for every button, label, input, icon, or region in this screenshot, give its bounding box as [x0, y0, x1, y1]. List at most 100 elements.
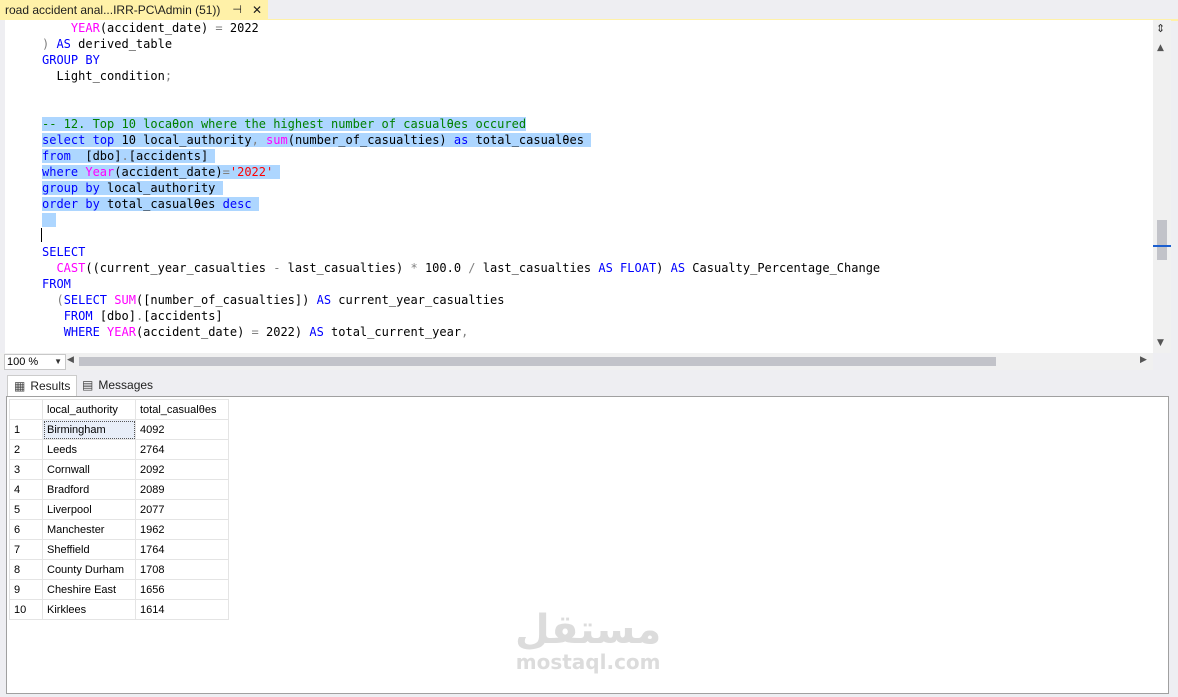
cell-local-authority[interactable]: Bradford [42, 479, 136, 500]
cell-total-casualties[interactable]: 1764 [135, 539, 229, 560]
tab-messages[interactable]: ▤ Messages [76, 375, 159, 395]
cell-total-casualties[interactable]: 1708 [135, 559, 229, 580]
row-number-header[interactable] [9, 399, 43, 420]
cell-local-authority[interactable]: County Durham [42, 559, 136, 580]
table-row[interactable]: 4 Bradford 2089 [9, 479, 229, 500]
cell-total-casualties[interactable]: 1614 [135, 599, 229, 620]
code-line: select top 10 local_authority, sum(numbe… [42, 132, 592, 148]
cell-local-authority[interactable]: Liverpool [42, 499, 136, 520]
document-tab-title: road accident anal...IRR-PC\Admin (51)) [5, 2, 221, 17]
code-token: local_authority [99, 181, 223, 195]
code-token: YEAR [107, 325, 136, 339]
table-row[interactable]: 6 Manchester 1962 [9, 519, 229, 540]
code-line: WHERE YEAR(accident_date) = 2022) AS tot… [42, 324, 469, 340]
code-token: 10 local_authority [114, 133, 252, 147]
code-token: desc [222, 197, 252, 211]
scroll-right-icon[interactable]: ▶ [1140, 355, 1147, 365]
cell-total-casualties[interactable]: 2077 [135, 499, 229, 520]
cell-total-casualties[interactable]: 2764 [135, 439, 229, 460]
cell-local-authority[interactable]: Birmingham [42, 419, 136, 440]
table-row[interactable]: 1 Birmingham 4092 [9, 419, 229, 440]
tab-messages-label: Messages [98, 378, 154, 392]
code-token: from [42, 149, 71, 163]
horizontal-scroll-thumb[interactable] [79, 357, 996, 366]
code-line: CAST((current_year_casualties - last_cas… [42, 260, 880, 276]
tab-results[interactable]: ▦ Results [7, 375, 78, 396]
table-row[interactable]: 8 County Durham 1708 [9, 559, 229, 580]
query-editor[interactable]: YEAR(accident_date) = 2022) AS derived_t… [5, 20, 1153, 353]
scroll-down-icon[interactable]: ▼ [1157, 338, 1164, 348]
cell-local-authority[interactable]: Cheshire East [42, 579, 136, 600]
split-view-icon[interactable]: ⇕ [1156, 22, 1165, 35]
scroll-up-icon[interactable]: ▲ [1157, 43, 1164, 53]
code-line: where Year(accident_date)='2022' [42, 164, 281, 180]
code-token: [dbo] [70, 149, 122, 163]
cell-total-casualties[interactable]: 2089 [135, 479, 229, 500]
code-token: FROM [42, 277, 71, 291]
text-caret [41, 228, 42, 242]
mostaql-watermark: مستقل mostaql.com [515, 608, 661, 672]
pin-icon[interactable]: ⊣ [232, 3, 242, 16]
code-token: select [42, 133, 86, 147]
code-token: last_casualties [475, 261, 599, 275]
cell-total-casualties[interactable]: 4092 [135, 419, 229, 440]
editor-vertical-scrollbar[interactable]: ⇕ ▲ ▼ [1153, 20, 1171, 353]
code-token: -- 12. Top 10 locaθon where the highest … [42, 117, 527, 131]
cell-local-authority[interactable]: Sheffield [42, 539, 136, 560]
row-number[interactable]: 8 [9, 559, 43, 580]
cell-total-casualties[interactable]: 1656 [135, 579, 229, 600]
code-token: SUM [114, 293, 136, 307]
cell-total-casualties[interactable]: 2092 [135, 459, 229, 480]
code-token: Light_condition [42, 69, 165, 83]
vertical-scroll-thumb[interactable] [1157, 220, 1167, 260]
code-token: AS [309, 325, 324, 339]
table-row[interactable]: 3 Cornwall 2092 [9, 459, 229, 480]
column-header-total-casualties[interactable]: total_casualθes [135, 399, 229, 420]
table-row[interactable]: 7 Sheffield 1764 [9, 539, 229, 560]
row-number[interactable]: 3 [9, 459, 43, 480]
row-number[interactable]: 1 [9, 419, 43, 440]
code-token: WHERE [63, 325, 100, 339]
cell-local-authority[interactable]: Leeds [42, 439, 136, 460]
code-token [85, 133, 93, 147]
code-token: (accident_date) [114, 165, 223, 179]
row-number[interactable]: 5 [9, 499, 43, 520]
document-tab-bar: road accident anal...IRR-PC\Admin (51)) … [0, 0, 1178, 21]
scroll-left-icon[interactable]: ◀ [67, 355, 74, 365]
table-row[interactable]: 9 Cheshire East 1656 [9, 579, 229, 600]
tab-results-label: Results [30, 379, 71, 393]
cell-local-authority[interactable]: Cornwall [42, 459, 136, 480]
grid-header-row: local_authority total_casualθes [9, 399, 229, 420]
row-number[interactable]: 2 [9, 439, 43, 460]
code-token: (accident_date) [99, 21, 216, 35]
cell-local-authority[interactable]: Manchester [42, 519, 136, 540]
table-row[interactable]: 10 Kirklees 1614 [9, 599, 229, 620]
cell-local-authority[interactable]: Kirklees [42, 599, 136, 620]
row-number[interactable]: 10 [9, 599, 43, 620]
watermark-latin: mostaql.com [515, 650, 661, 674]
code-token [251, 197, 259, 211]
editor-status-row: 100 % ▼ ◀ ▶ [0, 353, 1153, 370]
code-token: (accident_date) [135, 325, 252, 339]
zoom-select[interactable]: 100 % ▼ [4, 354, 66, 370]
document-tab[interactable]: road accident anal...IRR-PC\Admin (51)) … [0, 0, 269, 19]
table-row[interactable]: 5 Liverpool 2077 [9, 499, 229, 520]
cell-total-casualties[interactable]: 1962 [135, 519, 229, 540]
close-icon[interactable]: ✕ [252, 3, 262, 17]
chevron-down-icon[interactable]: ▼ [54, 355, 62, 369]
row-number[interactable]: 9 [9, 579, 43, 600]
row-number[interactable]: 6 [9, 519, 43, 540]
row-number[interactable]: 4 [9, 479, 43, 500]
table-row[interactable]: 2 Leeds 2764 [9, 439, 229, 460]
code-token: total_current_year [323, 325, 462, 339]
results-grid: local_authority total_casualθes 1 Birming… [9, 399, 229, 620]
row-number[interactable]: 7 [9, 539, 43, 560]
code-line: -- 12. Top 10 locaθon where the highest … [42, 116, 527, 132]
code-token [258, 133, 267, 147]
column-header-local-authority[interactable]: local_authority [42, 399, 136, 420]
code-token: total_casualθes [468, 133, 592, 147]
code-token: / [468, 261, 476, 275]
